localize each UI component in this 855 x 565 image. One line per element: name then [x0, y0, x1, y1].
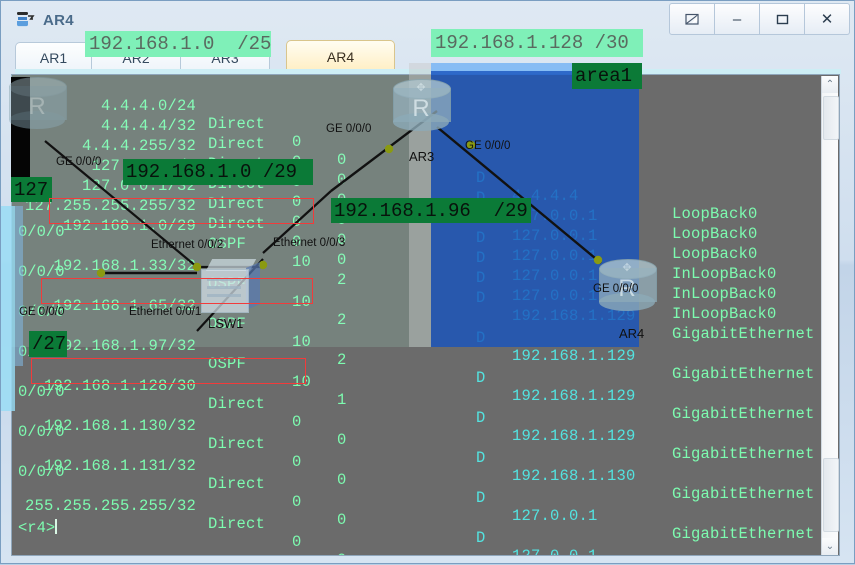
tab-ar3[interactable]: AR3 — [180, 42, 270, 72]
route-preference: 0 — [292, 533, 302, 551]
route-nexthop: 127.0.0.1 — [512, 507, 598, 525]
scroll-up-icon[interactable]: ⌃ — [822, 76, 838, 93]
route-row: 192.168.1.131/32 Direct 0 0 D 127.0.0.1 … — [12, 439, 824, 555]
route-row: 127.0.0.0/8 Direct 0 0 D 127.0.0.1 InLoo… — [12, 139, 824, 283]
route-row: 127.255.255.255/32 Direct 0 0 D 127.0.0.… — [12, 179, 824, 323]
route-row: 192.168.1.128/30 Direct 0 0 D 192.168.1.… — [12, 359, 824, 503]
route-row: 192.168.1.97/32 OSPF 10 1 D 192.168.1.12… — [12, 319, 824, 463]
maximize-icon — [776, 14, 788, 24]
cli-output: 4.4.4.0/24 Direct 0 0 D 4.4.4.4 LoopBack… — [12, 75, 824, 555]
ensp-cli-window: AR4 – ✕ AR1 AR2 AR3 AR4 4.4.4.0/24 Direc… — [0, 0, 855, 564]
restore-button[interactable] — [669, 3, 715, 35]
tab-ar4[interactable]: AR4 — [286, 40, 395, 72]
cli-console[interactable]: 4.4.4.0/24 Direct 0 0 D 4.4.4.4 LoopBack… — [11, 74, 840, 556]
route-row: 192.168.1.130/32 Direct 0 0 D 127.0.0.1 … — [12, 399, 824, 543]
window-titlebar[interactable]: AR4 – ✕ — [1, 1, 855, 39]
window-controls: – ✕ — [669, 3, 850, 35]
route-row: 192.168.1.33/32 OSPF 10 2 D 192.168.1.12… — [12, 239, 824, 383]
route-row: 4.4.4.4/32 Direct 0 0 D 127.0.0.1 LoopBa… — [12, 99, 824, 243]
cli-prompt-text: <r4> — [18, 519, 56, 537]
cli-prompt[interactable]: <r4> — [18, 519, 58, 537]
scrollbar-thumb-secondary[interactable] — [823, 458, 839, 532]
route-row: 255.255.255.255/32 Direct 0 0 D 127.0.0.… — [12, 479, 824, 555]
route-row: 192.168.1.65/32 OSPF 10 2 D 192.168.1.12… — [12, 279, 824, 423]
restore-icon — [684, 13, 699, 25]
minimize-button[interactable]: – — [715, 3, 760, 35]
route-row: 4.4.4.0/24 Direct 0 0 D 4.4.4.4 LoopBack… — [12, 79, 824, 223]
maximize-button[interactable] — [760, 3, 805, 35]
ensp-router-icon — [15, 10, 35, 30]
tab-ar2[interactable]: AR2 — [91, 42, 181, 72]
device-tabstrip: AR1 AR2 AR3 AR4 — [15, 39, 841, 72]
route-row: 4.4.4.255/32 Direct 0 0 D 127.0.0.1 Loop… — [12, 119, 824, 263]
scroll-down-icon[interactable]: ⌄ — [822, 538, 838, 555]
scrollbar-thumb[interactable] — [823, 96, 839, 140]
route-interface: GigabitEthernet — [672, 525, 815, 543]
route-destination: 255.255.255.255/32 — [24, 497, 196, 515]
window-title: AR4 — [43, 11, 74, 29]
route-cost: 0 — [337, 551, 347, 555]
text-caret — [55, 519, 58, 534]
close-button[interactable]: ✕ — [805, 3, 850, 35]
route-flag: D — [476, 529, 486, 547]
route-row: 127.0.0.1/32 Direct 0 0 D 127.0.0.1 InLo… — [12, 159, 824, 303]
route-cost: 0 — [337, 511, 347, 529]
route-row: 192.168.1.0/29 OSPF 10 2 D 192.168.1.129… — [12, 199, 824, 343]
route-nexthop: 127.0.0.1 — [512, 547, 598, 555]
tab-ar1[interactable]: AR1 — [15, 42, 92, 72]
route-protocol: Direct — [208, 515, 266, 533]
console-vertical-scrollbar[interactable]: ⌃ ⌄ — [821, 76, 839, 555]
